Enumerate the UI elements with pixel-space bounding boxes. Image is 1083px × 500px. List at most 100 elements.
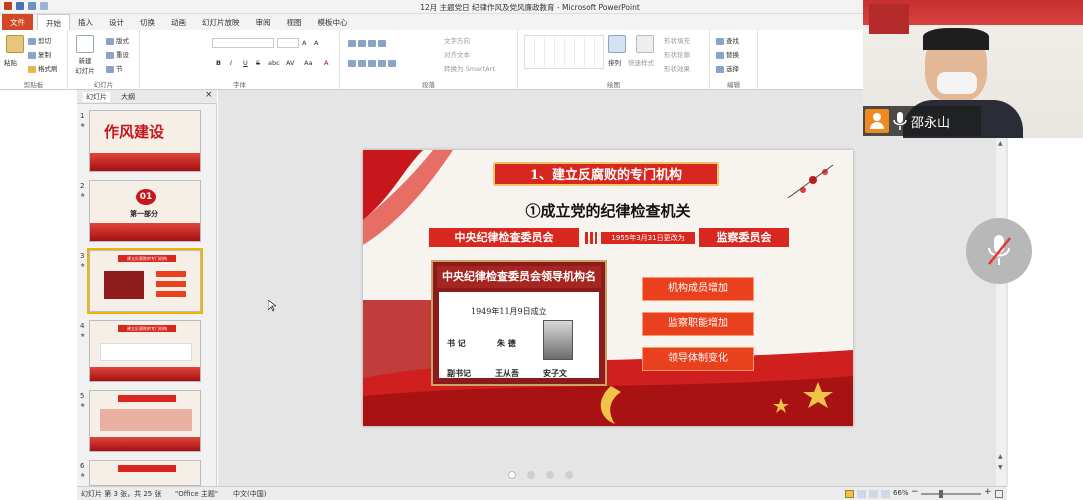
shape-effects-button[interactable]: 形状效果 — [664, 63, 690, 73]
save-icon[interactable] — [16, 2, 24, 10]
reset-button[interactable]: 重设 — [106, 49, 129, 59]
text-shadow-button[interactable]: abc — [268, 59, 280, 67]
find-button[interactable]: 查找 — [716, 35, 739, 45]
italic-button[interactable]: I — [230, 59, 232, 67]
align-text-button[interactable]: 对齐文本 — [444, 49, 470, 59]
page-dot[interactable] — [508, 471, 516, 479]
canvas-scrollbar[interactable]: ▲ ▲ ▼ — [996, 138, 1006, 486]
plum-blossom-icon — [800, 187, 806, 193]
redo-icon[interactable] — [40, 2, 48, 10]
zoom-slider[interactable] — [921, 490, 981, 498]
slide-thumbnail-5[interactable] — [89, 390, 201, 452]
slide-sorter-icon[interactable] — [857, 490, 866, 498]
layout-icon — [106, 37, 114, 45]
page-dot[interactable] — [565, 471, 573, 479]
replace-button[interactable]: 替换 — [716, 49, 739, 59]
shape-fill-button[interactable]: 形状填充 — [664, 35, 690, 45]
align-buttons[interactable] — [348, 59, 398, 67]
reset-label: 重设 — [116, 51, 129, 59]
functions-increase-button[interactable]: 监察职能增加 — [642, 312, 754, 336]
tab-design[interactable]: 设计 — [101, 14, 132, 30]
zoom-out-icon[interactable]: − — [911, 487, 919, 497]
shape-outline-button[interactable]: 形状轮廓 — [664, 49, 690, 59]
tab-outline[interactable]: 大纲 — [121, 92, 135, 102]
mute-toggle-button[interactable] — [966, 218, 1032, 284]
page-dot[interactable] — [546, 471, 554, 479]
quick-styles-icon[interactable] — [636, 35, 654, 53]
character-spacing-button[interactable]: AV — [286, 59, 294, 67]
prev-slide-icon[interactable]: ▲ — [998, 453, 1003, 460]
tab-template-center[interactable]: 模板中心 — [310, 14, 356, 30]
wall-poster — [869, 4, 909, 34]
paragraph-group: 文字方向 对齐文本 转换为 SmartArt 段落 — [340, 30, 518, 90]
tab-home[interactable]: 开始 — [37, 14, 70, 30]
arrange-icon[interactable] — [608, 35, 626, 53]
change-case-button[interactable]: Aa — [304, 59, 312, 67]
reset-icon — [106, 51, 114, 59]
quick-access-toolbar — [4, 2, 48, 10]
font-size-combo[interactable] — [277, 38, 299, 48]
paste-button[interactable]: 粘贴 — [4, 57, 17, 67]
next-slide-icon[interactable]: ▼ — [998, 464, 1003, 471]
bullets-button[interactable] — [348, 39, 388, 47]
format-painter-button[interactable]: 格式刷 — [28, 63, 58, 73]
new-slide-icon[interactable] — [76, 35, 94, 53]
font-name-combo[interactable] — [212, 38, 274, 48]
select-button[interactable]: 选择 — [716, 63, 739, 73]
page-dot[interactable] — [527, 471, 535, 479]
tab-insert[interactable]: 插入 — [70, 14, 101, 30]
bold-button[interactable]: B — [216, 59, 221, 67]
font-color-button[interactable]: A — [324, 59, 328, 67]
thumb-button — [156, 281, 186, 287]
slide-thumbnail-4[interactable]: 建立反腐败的专门机构 — [89, 320, 201, 382]
section-button[interactable]: 节 — [106, 63, 123, 73]
slide-thumbnail-3[interactable]: 建立反腐败的专门机构 — [87, 248, 203, 314]
grow-font-button[interactable]: A — [302, 39, 306, 47]
board-date: 1949年11月9日成立 — [471, 307, 547, 316]
layout-button[interactable]: 版式 — [106, 35, 129, 45]
numbering-icon — [358, 39, 366, 47]
leadership-change-button[interactable]: 领导体制变化 — [642, 347, 754, 371]
zoom-slider-thumb[interactable] — [939, 490, 943, 498]
shrink-font-button[interactable]: A — [314, 39, 318, 47]
cut-button[interactable]: 剪切 — [28, 35, 51, 45]
slide-thumbnail-1[interactable]: 作风建设 — [89, 110, 201, 172]
reading-view-icon[interactable] — [869, 490, 878, 498]
tab-file[interactable]: 文件 — [2, 14, 33, 30]
copy-button[interactable]: 复制 — [28, 49, 51, 59]
fit-to-window-icon[interactable] — [995, 490, 1003, 498]
brush-icon — [28, 65, 36, 73]
tab-slideshow[interactable]: 幻灯片放映 — [194, 14, 248, 30]
tab-animations[interactable]: 动画 — [163, 14, 194, 30]
slide-thumbnail-6[interactable] — [89, 460, 201, 486]
page-indicator[interactable] — [508, 471, 573, 479]
new-slide-button[interactable]: 新建 幻灯片 — [70, 55, 100, 75]
tab-review[interactable]: 审阅 — [248, 14, 279, 30]
paste-icon[interactable] — [6, 35, 24, 53]
find-icon — [716, 37, 724, 45]
slide-thumbnail-2[interactable]: 01 第一部分 — [89, 180, 201, 242]
normal-view-icon[interactable] — [845, 490, 854, 498]
slides-group: 新建 幻灯片 版式 重设 节 幻灯片 — [68, 30, 140, 90]
current-slide[interactable]: 1、建立反腐败的专门机构 ①成立党的纪律检查机关 中央纪律检查委员会 1955年… — [363, 150, 853, 426]
shapes-gallery[interactable] — [524, 35, 604, 69]
text-direction-button[interactable]: 文字方向 — [444, 35, 470, 45]
close-pane-icon[interactable]: × — [205, 90, 213, 100]
tab-view[interactable]: 视图 — [279, 14, 310, 30]
members-increase-button[interactable]: 机构成员增加 — [642, 277, 754, 301]
arrange-button[interactable]: 排列 — [608, 57, 621, 67]
slideshow-view-icon[interactable] — [881, 490, 890, 498]
underline-button[interactable]: U — [243, 59, 248, 67]
find-label: 查找 — [726, 37, 739, 45]
strikethrough-button[interactable]: S — [256, 59, 260, 67]
undo-icon[interactable] — [28, 2, 36, 10]
zoom-in-icon[interactable]: + — [984, 487, 992, 497]
tab-transitions[interactable]: 切换 — [132, 14, 163, 30]
tab-slides[interactable]: 幻灯片 — [83, 92, 110, 102]
language-indicator[interactable]: 中文(中国) — [233, 489, 266, 499]
portrait-photo — [543, 320, 573, 360]
scroll-up-icon[interactable]: ▲ — [998, 140, 1003, 147]
format-painter-label: 格式刷 — [38, 65, 58, 73]
quick-styles-button[interactable]: 快速样式 — [628, 57, 654, 67]
smartart-button[interactable]: 转换为 SmartArt — [444, 63, 495, 73]
